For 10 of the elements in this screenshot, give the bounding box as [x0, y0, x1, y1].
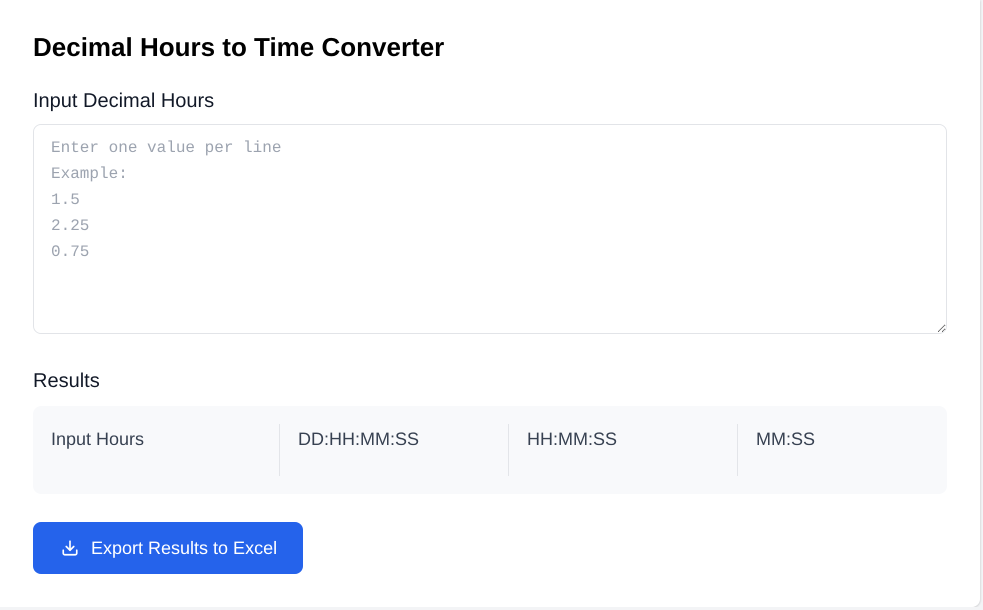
decimal-hours-field[interactable]: Enter one value per line Example: 1.5 2.25 0.75 [33, 124, 947, 334]
results-label: Results [33, 369, 100, 394]
input-label: Input Decimal Hours [33, 89, 214, 114]
column-header: HH:MM:SS [508, 424, 737, 476]
download-icon [61, 539, 79, 557]
export-button[interactable]: Export Results to Excel [33, 522, 304, 574]
page-title: Decimal Hours to Time Converter [33, 31, 444, 64]
column-header: Input Hours [50, 428, 146, 451]
column-header: DD:HH:MM:SS [279, 424, 508, 476]
column-header: MM:SS [737, 424, 947, 476]
